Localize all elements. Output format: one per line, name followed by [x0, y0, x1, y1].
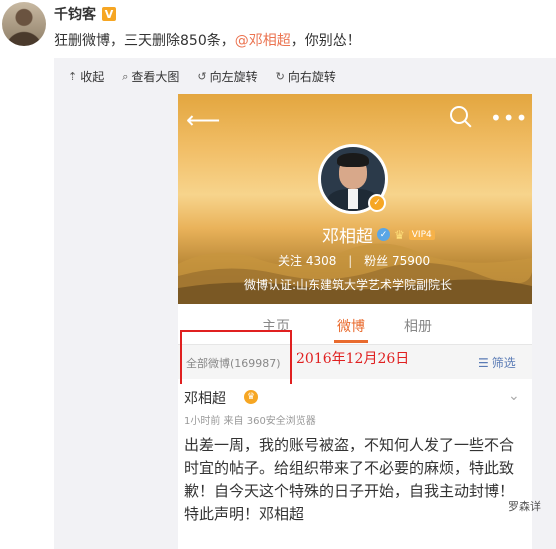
- verified-badge-icon: ✓: [368, 194, 386, 212]
- date-annotation: 2016年12月26日: [296, 351, 410, 367]
- search-icon: ⌕: [122, 69, 129, 83]
- media-viewer: ⇡ 收起 ⌕ 查看大图 ↺ 向左旋转 ↻ 向右旋转 ⟵ ••• ✓ 邓相超 ✓ ♛ VI…: [54, 58, 556, 549]
- arrow-up-icon: ⇡: [68, 70, 78, 83]
- tab-weibo[interactable]: 微博: [337, 316, 365, 336]
- certification-text: 微博认证:山东建筑大学艺术学院副院长: [244, 278, 453, 292]
- profile-name: 邓相超: [322, 227, 373, 247]
- active-tab-indicator: [334, 340, 368, 343]
- view-large-label: 查看大图: [131, 70, 180, 84]
- followers-count[interactable]: 75900: [392, 254, 430, 268]
- chevron-down-icon[interactable]: ⌄: [508, 388, 520, 404]
- following-label[interactable]: 关注: [278, 254, 302, 268]
- following-count[interactable]: 4308: [306, 254, 337, 268]
- collapse-label: 收起: [80, 70, 105, 84]
- rotate-right-label: 向右旋转: [287, 70, 336, 84]
- rotate-left-label: 向左旋转: [209, 70, 258, 84]
- vip-level-badge: VIP4: [408, 229, 435, 240]
- media-toolbar: ⇡ 收起 ⌕ 查看大图 ↺ 向左旋转 ↻ 向右旋转: [68, 68, 336, 85]
- post-text: 狂删微博，三天删除850条，@邓相超，你别怂！: [54, 30, 361, 50]
- back-arrow-icon[interactable]: ⟵: [186, 106, 220, 134]
- rotate-left-icon: ↺: [197, 70, 207, 83]
- view-large-button[interactable]: ⌕ 查看大图: [122, 68, 179, 85]
- post-body: 出差一周，我的账号被盗，不知何人发了一些不合时宜的帖子。给组织带来了不必要的麻烦…: [184, 436, 515, 523]
- profile-screenshot[interactable]: ⟵ ••• ✓ 邓相超 ✓ ♛ VIP4 关注 4308 | 粉丝 75900 …: [178, 94, 532, 549]
- tab-album[interactable]: 相册: [404, 316, 432, 336]
- followers-label[interactable]: 粉丝: [364, 254, 388, 268]
- feed-post: 邓相超 ♛ ⌄ 1小时前 来自 360安全浏览器 出差一周，我的账号被盗，不知何…: [178, 384, 532, 549]
- filter-label: 筛选: [491, 356, 516, 370]
- filter-button[interactable]: ☰ 筛选: [478, 354, 516, 371]
- verified-badge-icon: V: [102, 7, 116, 21]
- v-verified-icon: ✓: [377, 228, 390, 241]
- author-row: 千钧客 V: [54, 4, 116, 24]
- mention-link[interactable]: @邓相超: [235, 33, 291, 49]
- highlight-box: [180, 330, 292, 386]
- profile-stats: 关注 4308 | 粉丝 75900: [278, 254, 431, 268]
- rotate-left-button[interactable]: ↺ 向左旋转: [197, 68, 257, 85]
- filter-icon: ☰: [478, 355, 489, 370]
- author-avatar[interactable]: [2, 2, 46, 46]
- rotate-right-icon: ↻: [275, 70, 285, 83]
- search-icon[interactable]: [450, 106, 468, 124]
- post-text-before: 狂删微博，三天删除850条，: [54, 33, 235, 49]
- rotate-right-button[interactable]: ↻ 向右旋转: [276, 68, 336, 85]
- crown-icon: ♛: [244, 390, 258, 404]
- post-author[interactable]: 邓相超: [184, 388, 226, 408]
- profile-name-row: 邓相超 ✓ ♛ VIP4: [322, 222, 435, 247]
- watermark: 罗森详: [508, 500, 541, 513]
- post-meta: 1小时前 来自 360安全浏览器: [184, 416, 316, 427]
- crown-icon: ♛: [394, 227, 405, 242]
- more-icon[interactable]: •••: [490, 106, 528, 130]
- collapse-button[interactable]: ⇡ 收起: [68, 68, 104, 85]
- author-name[interactable]: 千钧客: [54, 4, 96, 24]
- post-text-after: ，你别怂！: [290, 33, 361, 49]
